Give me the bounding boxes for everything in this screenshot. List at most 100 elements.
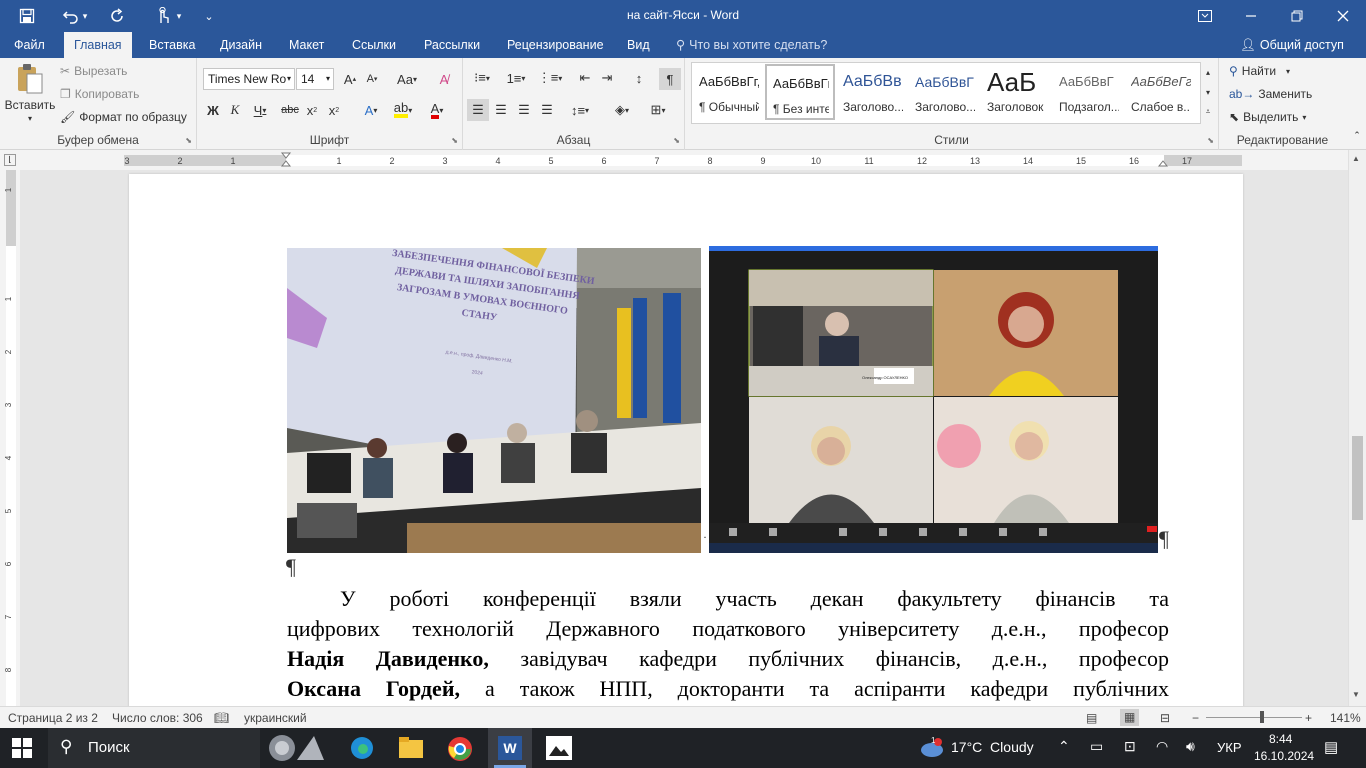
language-status[interactable]: украинский (244, 711, 307, 725)
style-no-spacing[interactable]: АаБбВвГг, ¶ Без инте... (765, 64, 835, 120)
word-taskbar-button[interactable]: W (488, 728, 532, 768)
italic-icon[interactable]: К (225, 100, 245, 120)
find-button[interactable]: ⚲ Найти ▾ (1229, 64, 1290, 78)
tell-me-box[interactable]: ⚲ Что вы хотите сделать? (676, 32, 827, 58)
ribbon-display-icon[interactable] (1182, 0, 1228, 32)
replace-button[interactable]: ab→ Заменить (1229, 87, 1312, 101)
language-indicator[interactable]: УКР (1217, 740, 1242, 755)
font-family-box[interactable]: Times New Ro ▾ (203, 68, 295, 90)
edge-icon[interactable] (350, 736, 374, 763)
grow-font-icon[interactable]: A ▴ (341, 70, 359, 88)
document-page[interactable]: ЗАБЕЗПЕЧЕННЯ ФІНАНСОВОЇ БЕЗПЕКИ ДЕРЖАВИ … (129, 174, 1243, 706)
tab-home[interactable]: Главная (64, 32, 132, 58)
style-subtitle[interactable]: АаБбВвГ Подзагол... (1053, 64, 1123, 120)
share-button[interactable]: 👤︎ Общий доступ (1240, 32, 1344, 58)
style-heading2[interactable]: АаБбВвГ Заголово... (909, 64, 979, 120)
multilevel-list-icon[interactable]: ⋮≡ ▾ (535, 68, 565, 88)
superscript-icon[interactable]: x2 (325, 100, 343, 120)
text-effects-icon[interactable]: A ▾ (357, 100, 385, 120)
chrome-icon[interactable] (447, 736, 473, 765)
touch-dropdown-icon[interactable]: ▾ (172, 0, 186, 32)
font-launcher-icon[interactable]: ⬊ (451, 136, 458, 145)
battery-icon[interactable]: ▭ (1090, 738, 1103, 755)
numbering-icon[interactable]: 1≡ ▾ (501, 68, 531, 88)
clock-date[interactable]: 16.10.2024 (1254, 749, 1314, 763)
tab-design[interactable]: Дизайн (210, 32, 272, 58)
search-highlight-icon[interactable] (262, 732, 332, 764)
style-heading1[interactable]: АаБбВв Заголово... (837, 64, 907, 120)
select-button[interactable]: ⬉ Выделить ▾ (1229, 110, 1306, 124)
minimize-icon[interactable] (1228, 0, 1274, 32)
underline-icon[interactable]: Ч ▾ (247, 100, 273, 120)
change-case-icon[interactable]: Aa ▾ (393, 70, 421, 88)
style-subtle-emphasis[interactable]: АаБбВеГг Слабое в... (1125, 64, 1195, 120)
text-line-2[interactable]: цифрових технологій Державного податково… (287, 614, 1169, 644)
horizontal-ruler[interactable]: ⌊ 3 2 1 1 2 3 4 5 6 7 8 9 10 11 12 13 14 15 16 17 (0, 150, 1366, 170)
borders-icon[interactable]: ⊞ ▾ (643, 99, 673, 121)
sort-icon[interactable]: ↕ (629, 68, 649, 88)
bold-icon[interactable]: Ж (203, 100, 223, 120)
tray-app-icon[interactable]: ⊡ (1124, 738, 1136, 755)
bullets-icon[interactable]: ⁝≡ ▾ (467, 68, 497, 88)
vertical-ruler[interactable]: 1 1 2 3 4 5 6 7 8 (0, 170, 20, 706)
zoom-level[interactable]: 141% (1330, 711, 1361, 725)
text-line-4[interactable]: Оксана Гордей, а також НПП, докторанти т… (287, 674, 1169, 704)
windows-start-icon[interactable] (12, 738, 32, 761)
undo-dropdown-icon[interactable]: ▾ (78, 0, 92, 32)
conference-photo[interactable]: ЗАБЕЗПЕЧЕННЯ ФІНАНСОВОЇ БЕЗПЕКИ ДЕРЖАВИ … (287, 248, 701, 553)
styles-launcher-icon[interactable]: ⬊ (1207, 136, 1214, 145)
style-normal[interactable]: АаБбВвГг, ¶ Обычный (693, 64, 763, 120)
collapse-ribbon-icon[interactable]: ⌃ (1350, 128, 1364, 142)
scroll-thumb[interactable] (1352, 436, 1363, 520)
file-explorer-icon[interactable] (399, 737, 423, 762)
tray-chevron-icon[interactable]: ⌃ (1058, 738, 1070, 755)
save-icon[interactable] (14, 0, 40, 32)
font-size-box[interactable]: 14 ▾ (296, 68, 334, 90)
tab-file[interactable]: Файл (4, 32, 55, 58)
subscript-icon[interactable]: x2 (303, 100, 321, 120)
tab-insert[interactable]: Вставка (139, 32, 205, 58)
web-layout-icon[interactable]: ⊟ (1160, 711, 1170, 725)
copy-button[interactable]: ❐ Копировать (60, 87, 139, 101)
format-painter-button[interactable]: 🖌︎ Формат по образцу (60, 110, 187, 124)
styles-scroll-up-icon[interactable]: ▴ (1201, 62, 1215, 82)
page-count[interactable]: Страница 2 из 2 (8, 711, 98, 725)
styles-more-icon[interactable]: ⩡ (1201, 102, 1215, 122)
align-center-icon[interactable]: ☰ (490, 99, 512, 121)
vertical-scrollbar[interactable]: ▲ ▼ (1348, 150, 1366, 706)
wifi-icon[interactable]: ◠ (1156, 738, 1168, 755)
zoom-slider-thumb[interactable] (1259, 711, 1264, 723)
paste-button[interactable]: Вставить ▾ (5, 62, 55, 123)
font-color-icon[interactable]: A ▾ (423, 100, 451, 120)
zoom-slider-track[interactable] (1206, 711, 1302, 723)
proofing-icon[interactable]: 📖︎ (214, 711, 229, 725)
tab-mailings[interactable]: Рассылки (414, 32, 490, 58)
clock-time[interactable]: 8:44 (1269, 732, 1292, 746)
justify-icon[interactable]: ☰ (536, 99, 558, 121)
line-spacing-icon[interactable]: ↕≡ ▾ (565, 99, 595, 121)
shrink-font-icon[interactable]: A ▾ (363, 70, 381, 88)
tab-review[interactable]: Рецензирование (497, 32, 614, 58)
strikethrough-icon[interactable]: abc (279, 100, 301, 120)
align-right-icon[interactable]: ☰ (513, 99, 535, 121)
text-line-3[interactable]: Надія Давиденко, завідувач кафедри публі… (287, 644, 1169, 674)
volume-icon[interactable]: 🔊︎ (1186, 738, 1195, 755)
tab-view[interactable]: Вид (617, 32, 660, 58)
increase-indent-icon[interactable]: ⇥ (597, 68, 617, 88)
read-mode-icon[interactable]: ▤ (1086, 711, 1097, 725)
styles-scroll-down-icon[interactable]: ▾ (1201, 82, 1215, 102)
tab-references[interactable]: Ссылки (342, 32, 406, 58)
shading-icon[interactable]: ◈ ▾ (607, 99, 637, 121)
tab-layout[interactable]: Макет (279, 32, 334, 58)
text-line-1[interactable]: У роботі конференції взяли участь декан … (287, 584, 1169, 614)
clipboard-launcher-icon[interactable]: ⬊ (185, 136, 192, 145)
align-left-icon[interactable]: ☰ (467, 99, 489, 121)
style-title[interactable]: АаБ Заголовок (981, 64, 1051, 120)
weather-text[interactable]: 17°C Cloudy (951, 739, 1034, 755)
scroll-up-icon[interactable]: ▲ (1352, 154, 1360, 163)
redo-icon[interactable] (104, 0, 130, 32)
highlight-icon[interactable]: ab ▾ (389, 100, 417, 120)
clear-formatting-icon[interactable]: A̸ (435, 70, 453, 88)
zoom-in-icon[interactable]: + (1305, 711, 1312, 725)
notifications-icon[interactable]: ▤ (1324, 738, 1338, 756)
